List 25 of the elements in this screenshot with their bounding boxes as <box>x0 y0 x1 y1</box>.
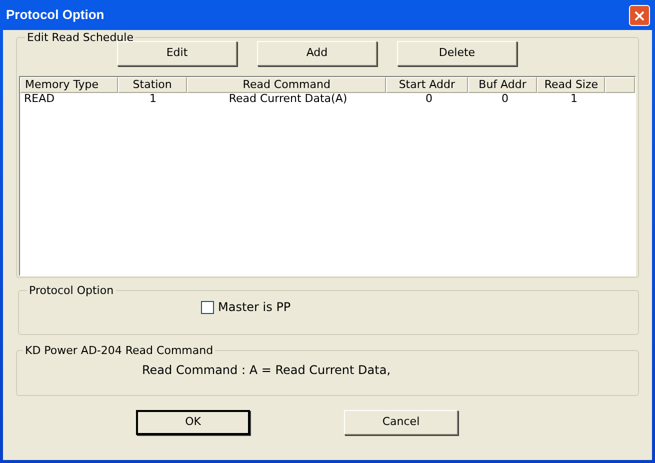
command-text: Read Command : A = Read Current Data, <box>142 363 391 377</box>
window-title: Protocol Option <box>6 6 104 24</box>
table-cell-text: 0 <box>500 93 510 105</box>
table-cell-text: 0 <box>424 93 434 105</box>
column-header[interactable]: Memory Type <box>20 77 118 93</box>
checkbox-label: Master is PP <box>218 299 291 316</box>
table-cell-text: READ <box>23 93 56 105</box>
table-cell-text: Read Current Data(A) <box>228 93 348 105</box>
column-header[interactable]: Start Addr <box>386 77 468 93</box>
push-button[interactable]: Delete <box>397 41 517 66</box>
table-cell-text: 1 <box>148 93 158 105</box>
group-title: Edit Read Schedule <box>26 31 134 44</box>
table-cell-text: 1 <box>570 93 578 105</box>
ok-button[interactable]: OK <box>136 410 250 435</box>
column-header[interactable]: Buf Addr <box>468 77 538 93</box>
cancel-button[interactable]: Cancel <box>344 410 458 435</box>
group-title: KD Power AD-204 Read Command <box>24 344 214 357</box>
push-button[interactable]: Edit <box>117 41 237 66</box>
checkbox[interactable] <box>201 300 214 314</box>
column-header[interactable]: Read Command <box>187 77 386 93</box>
group-title: Protocol Option <box>28 284 115 297</box>
close-button[interactable]: × <box>629 4 650 26</box>
push-button[interactable]: Add <box>257 41 377 66</box>
column-header[interactable]: Station <box>118 77 188 93</box>
column-header[interactable]: Read Size <box>537 77 605 93</box>
